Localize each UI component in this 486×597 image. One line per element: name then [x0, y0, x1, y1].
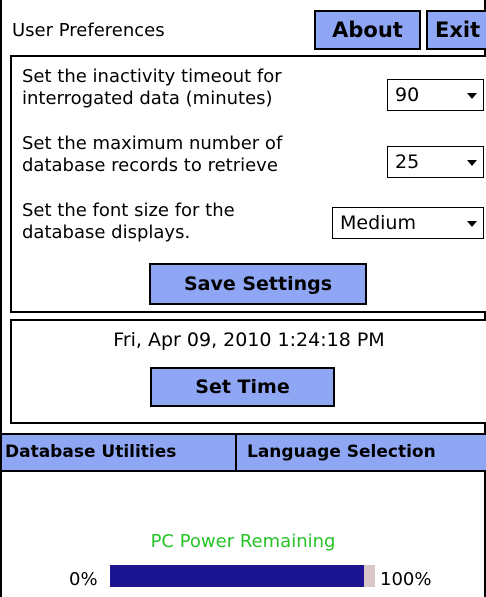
- chevron-down-icon: [467, 160, 477, 166]
- tab-bar: Database Utilities Language Selection: [2, 433, 486, 472]
- tab-database-utilities[interactable]: Database Utilities: [2, 435, 237, 470]
- inactivity-timeout-value: 90: [395, 84, 420, 106]
- max-records-label-line1: Set the maximum number of: [22, 133, 283, 154]
- font-size-value: Medium: [340, 212, 416, 234]
- settings-panel: Set the inactivity timeout for interroga…: [10, 55, 486, 313]
- inactivity-label-line1: Set the inactivity timeout for: [22, 66, 282, 87]
- power-bar: [110, 565, 375, 587]
- inactivity-timeout-label: Set the inactivity timeout for interroga…: [22, 66, 282, 110]
- set-time-button[interactable]: Set Time: [150, 367, 335, 407]
- save-settings-button[interactable]: Save Settings: [149, 263, 367, 305]
- current-datetime: Fri, Apr 09, 2010 1:24:18 PM: [113, 329, 385, 351]
- tab-language-selection[interactable]: Language Selection: [243, 435, 486, 470]
- font-size-label-line1: Set the font size for the: [22, 200, 235, 221]
- page-title: User Preferences: [12, 20, 165, 41]
- chevron-down-icon: [467, 221, 477, 227]
- font-size-label-line2: database displays.: [22, 222, 191, 243]
- max-records-label-line2: database records to retrieve: [22, 155, 278, 176]
- user-preferences-screen: User Preferences About Exit Set the inac…: [0, 0, 486, 597]
- max-records-label: Set the maximum number of database recor…: [22, 133, 282, 177]
- chevron-down-icon: [467, 93, 477, 99]
- inactivity-label-line2: interrogated data (minutes): [22, 88, 273, 109]
- max-records-value: 25: [395, 151, 420, 173]
- time-panel: Fri, Apr 09, 2010 1:24:18 PM Set Time: [10, 319, 486, 424]
- power-remaining-label: PC Power Remaining: [150, 531, 336, 552]
- power-max-label: 100%: [380, 569, 432, 590]
- inactivity-timeout-select[interactable]: 90: [387, 79, 484, 111]
- power-bar-fill: [110, 565, 365, 587]
- about-button[interactable]: About: [314, 10, 421, 50]
- power-min-label: 0%: [69, 569, 98, 590]
- font-size-select[interactable]: Medium: [332, 207, 484, 239]
- max-records-select[interactable]: 25: [387, 146, 484, 178]
- exit-button[interactable]: Exit: [426, 10, 486, 50]
- font-size-label: Set the font size for the database displ…: [22, 200, 235, 244]
